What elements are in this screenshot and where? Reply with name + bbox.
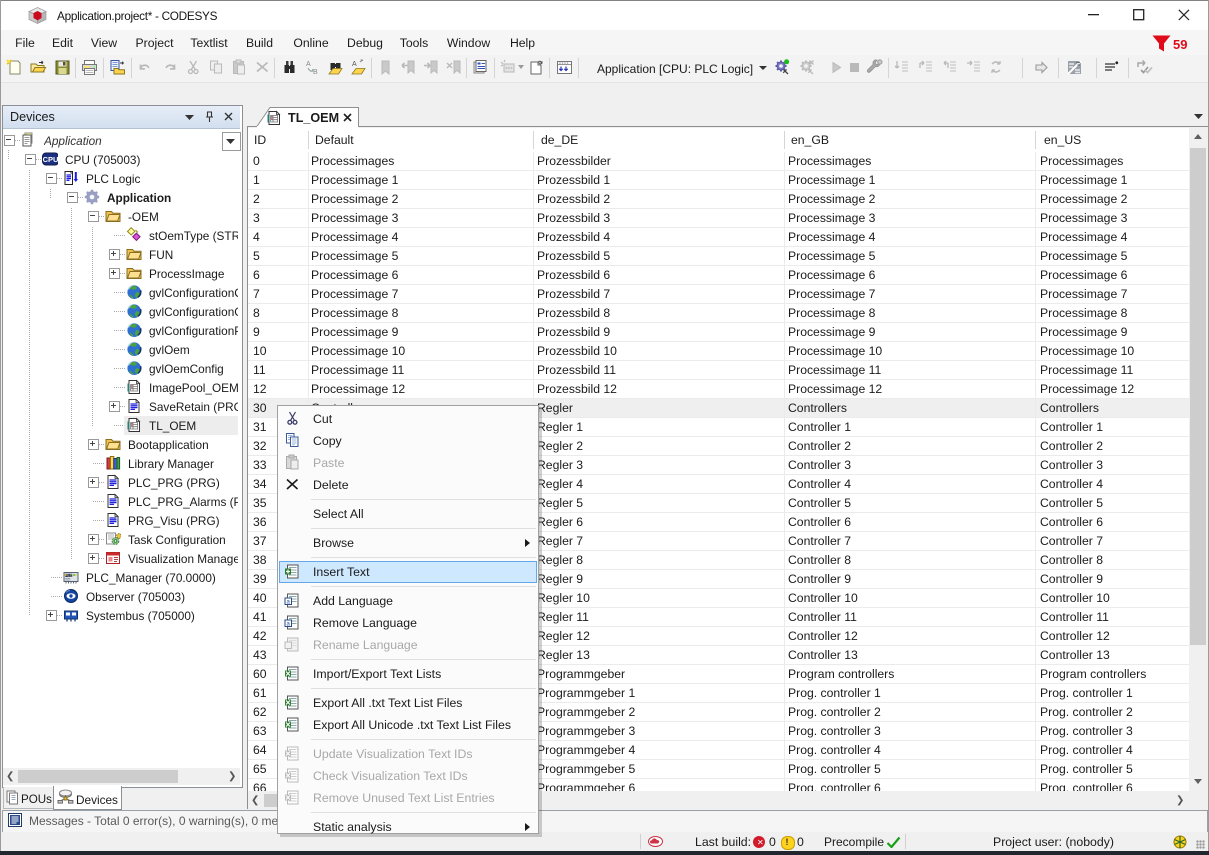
- svg-text:A: A: [306, 61, 311, 68]
- svg-text:PLC: PLC: [65, 574, 73, 578]
- svg-text:A: A: [352, 61, 357, 68]
- svg-text:CPU: CPU: [43, 155, 58, 164]
- svg-text:B: B: [313, 69, 318, 76]
